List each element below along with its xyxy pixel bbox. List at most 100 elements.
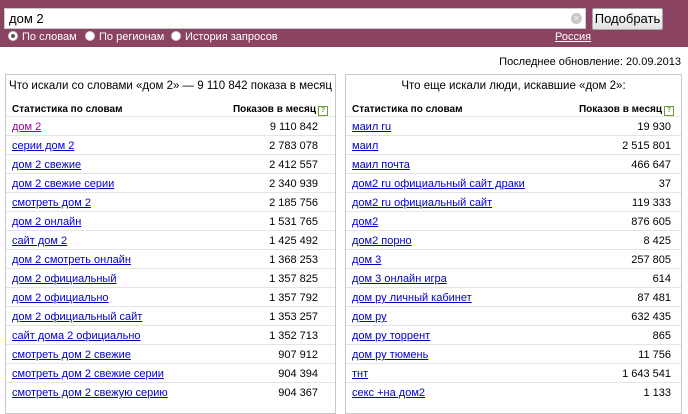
left-col-keyword-header: Статистика по словам xyxy=(12,104,123,115)
keyword-link[interactable]: дом ру тюмень xyxy=(352,349,428,361)
table-row: дом 2 свежие 2 412 557 xyxy=(6,154,335,173)
impressions-count: 2 185 756 xyxy=(269,197,318,209)
region-link[interactable]: Россия xyxy=(555,31,591,43)
impressions-count: 37 xyxy=(658,178,671,190)
table-row: дом ру личный кабинет 87 481 xyxy=(346,287,681,306)
radio-dot-icon xyxy=(171,31,181,41)
table-row: дом ру торрент 865 xyxy=(346,325,681,344)
impressions-count: 1 357 825 xyxy=(269,273,318,285)
help-icon[interactable]: ? xyxy=(318,106,328,116)
keyword-link[interactable]: дом2 порно xyxy=(352,235,412,247)
impressions-count: 1 368 253 xyxy=(269,254,318,266)
table-row: смотреть дом 2 2 185 756 xyxy=(6,192,335,211)
keyword-link[interactable]: дом2 ru официальный сайт драки xyxy=(352,178,525,190)
impressions-count: 9 110 842 xyxy=(269,121,318,133)
keyword-link[interactable]: смотреть дом 2 свежие серии xyxy=(12,368,164,380)
keyword-link[interactable]: серии дом 2 xyxy=(12,140,74,152)
table-row: дом 2 официально 1 357 792 xyxy=(6,287,335,306)
impressions-count: 2 340 939 xyxy=(269,178,318,190)
table-row: смотреть дом 2 свежие серии 904 394 xyxy=(6,363,335,382)
table-row: дом2 ru официальный сайт 119 333 xyxy=(346,192,681,211)
search-input[interactable] xyxy=(4,8,586,29)
keyword-link[interactable]: секс +на дом2 xyxy=(352,387,425,399)
impressions-count: 632 435 xyxy=(631,311,671,323)
keyword-link[interactable]: смотреть дом 2 xyxy=(12,197,91,209)
keyword-link[interactable]: смотреть дом 2 свежую серию xyxy=(12,387,168,399)
table-row: дом ру 632 435 xyxy=(346,306,681,325)
table-row: дом 2 официальный 1 357 825 xyxy=(6,268,335,287)
keyword-link[interactable]: маил почта xyxy=(352,159,410,171)
table-row: маил почта 466 647 xyxy=(346,154,681,173)
search-button[interactable]: Подобрать xyxy=(592,8,663,30)
table-row: дом 2 смотреть онлайн 1 368 253 xyxy=(6,249,335,268)
radio-dot-icon xyxy=(8,31,18,41)
left-table: дом 2 9 110 842 серии дом 2 2 783 078 дом 2 … xyxy=(6,116,335,401)
table-row: дом 3 257 805 xyxy=(346,249,681,268)
keyword-link[interactable]: дом 2 онлайн xyxy=(12,216,81,228)
right-table: маил ru 19 930 маил 2 515 801 маил почта 466 … xyxy=(346,116,681,401)
left-panel: Что искали со словами «дом 2» — 9 110 84… xyxy=(5,74,336,414)
right-panel-title: Что еще искали люди, искавшие «дом 2»: xyxy=(401,80,626,92)
keyword-link[interactable]: сайт дома 2 официально xyxy=(12,330,141,342)
keyword-link[interactable]: сайт дом 2 xyxy=(12,235,67,247)
mode-history-radio[interactable]: История запросов xyxy=(171,31,278,43)
keyword-link[interactable]: дом ру торрент xyxy=(352,330,430,342)
keyword-link[interactable]: дом 2 свежие серии xyxy=(12,178,114,190)
mode-label: История запросов xyxy=(185,31,278,43)
table-row: секс +на дом2 1 133 xyxy=(346,382,681,401)
table-row: смотреть дом 2 свежие 907 912 xyxy=(6,344,335,363)
impressions-count: 119 333 xyxy=(632,197,671,209)
table-row: дом2 ru официальный сайт драки 37 xyxy=(346,173,681,192)
keyword-link[interactable]: маил xyxy=(352,140,378,152)
keyword-link[interactable]: дом2 xyxy=(352,216,378,228)
impressions-count: 1 643 541 xyxy=(622,368,671,380)
last-updated: Последнее обновление: 20.09.2013 xyxy=(499,56,681,68)
clear-icon[interactable]: × xyxy=(571,13,582,24)
table-row: тнт 1 643 541 xyxy=(346,363,681,382)
table-row: серии дом 2 2 783 078 xyxy=(6,135,335,154)
impressions-count: 1 357 792 xyxy=(269,292,318,304)
help-icon[interactable]: ? xyxy=(664,106,674,116)
impressions-count: 8 425 xyxy=(643,235,671,247)
mode-by-words-radio[interactable]: По словам xyxy=(8,31,77,43)
keyword-link[interactable]: маил ru xyxy=(352,121,391,133)
keyword-link[interactable]: дом 2 свежие xyxy=(12,159,81,171)
keyword-link[interactable]: смотреть дом 2 свежие xyxy=(12,349,131,361)
mode-label: По словам xyxy=(22,31,77,43)
right-col-keyword-header: Статистика по словам xyxy=(352,104,463,115)
impressions-count: 2 783 078 xyxy=(269,140,318,152)
impressions-count: 865 xyxy=(652,330,671,342)
mode-label: По регионам xyxy=(99,31,165,43)
table-row: маил ru 19 930 xyxy=(346,116,681,135)
keyword-link[interactable]: дом ру личный кабинет xyxy=(352,292,472,304)
table-row: дом2 порно 8 425 xyxy=(346,230,681,249)
keyword-link[interactable]: дом 2 смотреть онлайн xyxy=(12,254,131,266)
keyword-link[interactable]: дом 2 официально xyxy=(12,292,109,304)
col-count-label: Показов в месяц xyxy=(232,104,316,115)
keyword-link[interactable]: дом 2 официальный xyxy=(12,273,116,285)
table-row: смотреть дом 2 свежую серию 904 367 xyxy=(6,382,335,401)
table-row: сайт дом 2 1 425 492 xyxy=(6,230,335,249)
mode-by-regions-radio[interactable]: По регионам xyxy=(85,31,164,43)
table-row: сайт дома 2 официально 1 352 713 xyxy=(6,325,335,344)
impressions-count: 1 425 492 xyxy=(269,235,318,247)
table-row: дом 2 9 110 842 xyxy=(6,116,335,135)
col-count-label: Показов в месяц xyxy=(578,104,662,115)
keyword-link[interactable]: дом 2 xyxy=(12,121,41,133)
impressions-count: 904 394 xyxy=(278,368,318,380)
impressions-count: 2 515 801 xyxy=(622,140,671,152)
keyword-link[interactable]: дом ру xyxy=(352,311,387,323)
left-panel-title: Что искали со словами «дом 2» — 9 110 84… xyxy=(9,80,332,92)
keyword-link[interactable]: дом2 ru официальный сайт xyxy=(352,197,492,209)
table-row: дом2 876 605 xyxy=(346,211,681,230)
keyword-link[interactable]: дом 3 xyxy=(352,254,381,266)
impressions-count: 1 352 713 xyxy=(269,330,318,342)
table-row: дом 2 официальный сайт 1 353 257 xyxy=(6,306,335,325)
keyword-link[interactable]: дом 2 официальный сайт xyxy=(12,311,142,323)
keyword-link[interactable]: дом 3 онлайн игра xyxy=(352,273,447,285)
impressions-count: 1 353 257 xyxy=(269,311,318,323)
keyword-link[interactable]: тнт xyxy=(352,368,368,380)
impressions-count: 466 647 xyxy=(631,159,671,171)
left-col-count-header: Показов в месяц? xyxy=(233,104,328,116)
impressions-count: 19 930 xyxy=(637,121,671,133)
